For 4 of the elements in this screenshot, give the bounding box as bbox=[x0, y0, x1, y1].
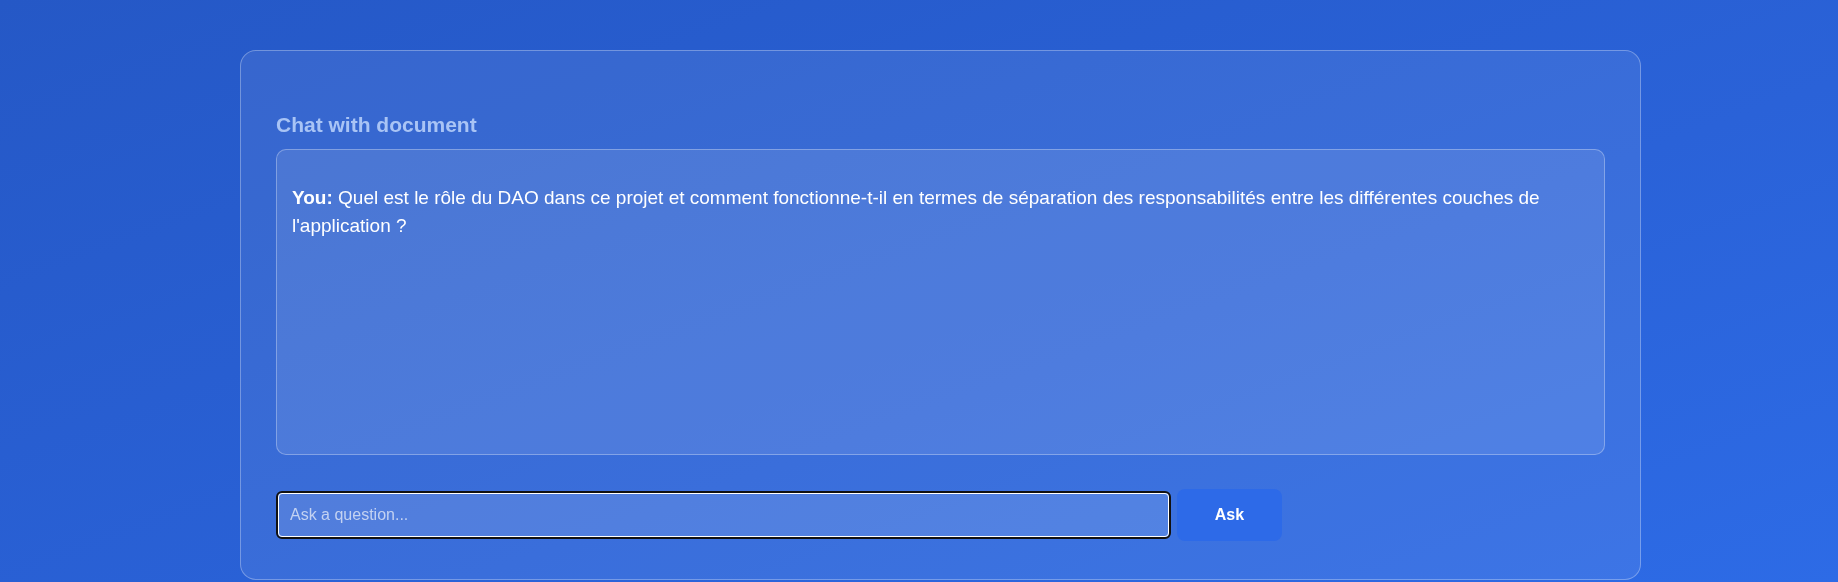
ask-button[interactable]: Ask bbox=[1177, 489, 1282, 541]
question-field[interactable]: Ask a question... bbox=[276, 491, 1171, 539]
chat-title: Chat with document bbox=[276, 113, 478, 137]
chat-message: You: Quel est le rôle du DAO dans ce projet et comment fonctionne-t-il en termes de séparation des responsabilités entre les différentes couches de l'application ? bbox=[292, 186, 1541, 238]
